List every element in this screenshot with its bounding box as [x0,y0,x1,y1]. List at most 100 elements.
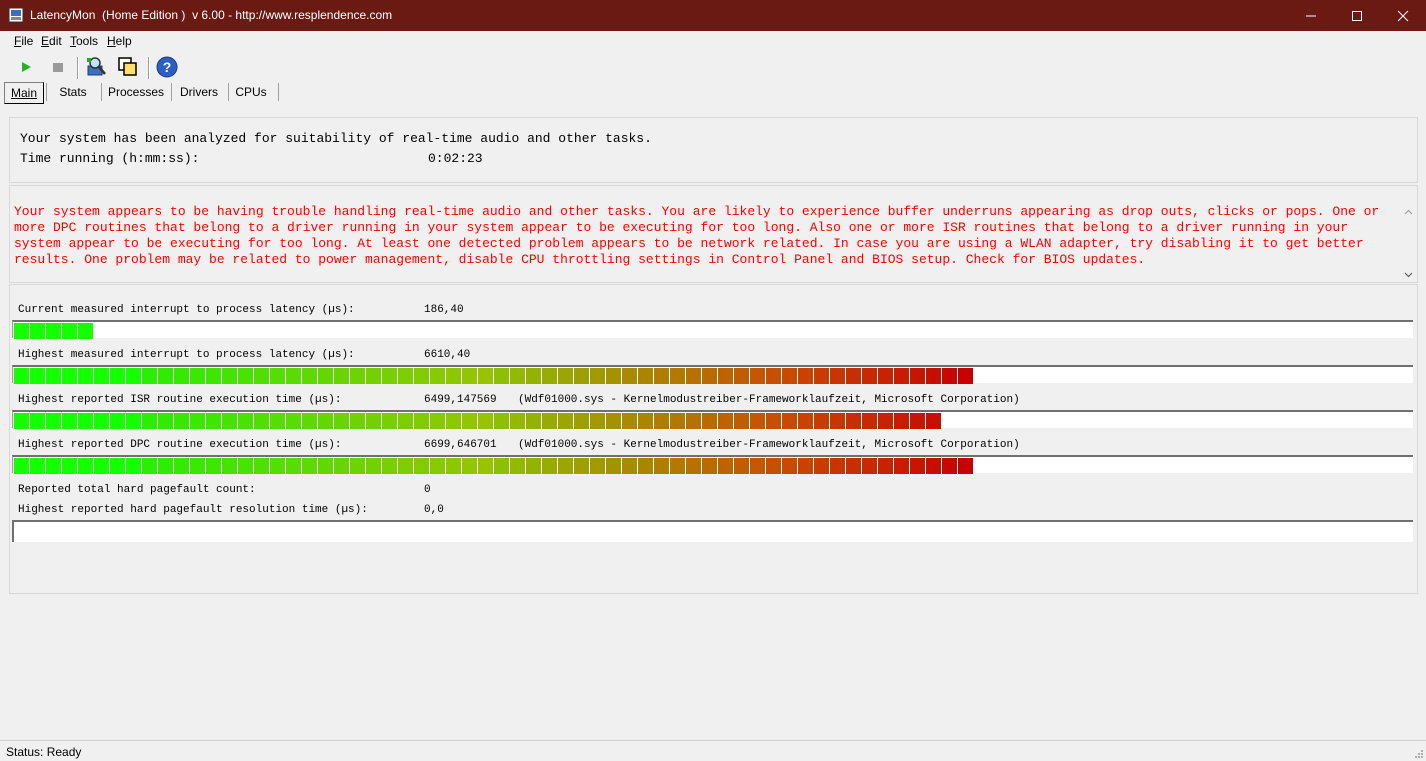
bar-segment [782,458,797,474]
close-icon [1397,10,1409,21]
maximize-button[interactable] [1334,0,1380,31]
bar-segment [30,368,45,384]
bar-segment [30,413,45,429]
bar-segment [446,368,461,384]
isr-value: 6499,147569 [424,394,497,406]
tab-processes[interactable]: Processes [106,82,166,102]
toolbar: ? [0,51,1426,83]
bar-segment [366,413,381,429]
bar-segment [462,458,477,474]
menu-edit[interactable]: Edit [41,34,62,48]
bar-segment [574,413,589,429]
pagefault-time-bar [12,520,1413,542]
bar-segment [766,368,781,384]
start-button[interactable] [14,55,38,79]
isr-label: Highest reported ISR routine execution t… [18,394,342,406]
bar-segment [910,413,925,429]
bar-segment [542,458,557,474]
bar-segment [702,458,717,474]
bar-segment [334,413,349,429]
tab-cpus[interactable]: CPUs [232,82,270,102]
tab-separator [46,83,47,101]
menu-help[interactable]: Help [107,34,132,48]
bar-segment [494,413,509,429]
status-bar: Status: Ready [0,740,1426,761]
bar-segment [46,323,61,339]
bar-segment [734,458,749,474]
bar-segment [558,458,573,474]
bar-segment [430,413,445,429]
menu-tools[interactable]: Tools [70,34,98,48]
analyze-button[interactable] [84,55,108,79]
windows-button[interactable] [116,55,140,79]
bar-segment [638,458,653,474]
bar-segment [302,458,317,474]
bar-segment [94,458,109,474]
bar-segment [718,368,733,384]
tab-stats[interactable]: Stats [52,82,94,102]
svg-text:?: ? [163,59,172,75]
bar-segment [654,413,669,429]
analyze-icon [87,57,106,76]
bar-segment [782,368,797,384]
bar-segment [542,368,557,384]
minimize-button[interactable] [1288,0,1334,31]
tab-drivers[interactable]: Drivers [176,82,222,102]
bar-segment [670,458,685,474]
bar-segment [590,368,605,384]
isr-bar [12,410,1413,429]
bar-segment [318,413,333,429]
bar-segment [926,458,941,474]
resize-grip-icon[interactable] [1414,749,1424,759]
bar-segment [350,368,365,384]
title-bar[interactable]: LatencyMon (Home Edition ) v 6.00 - http… [0,0,1426,31]
bar-segment [270,413,285,429]
menu-file[interactable]: File [14,34,33,48]
bar-segment [942,458,957,474]
bar-segment [446,458,461,474]
bar-segment [254,458,269,474]
bar-segment [254,413,269,429]
bar-segment [222,413,237,429]
bar-segment [206,413,221,429]
windows-icon [118,57,137,76]
bar-segment [366,368,381,384]
bar-segment [174,458,189,474]
bar-segment [78,413,93,429]
bar-segment [238,368,253,384]
scroll-up-icon[interactable] [1400,204,1417,221]
help-button[interactable]: ? [155,55,179,79]
bar-segment [526,458,541,474]
highest-latency-value: 6610,40 [424,349,471,361]
bar-segment [910,458,925,474]
bar-segment [478,413,493,429]
maximize-icon [1352,10,1362,21]
bar-segment [334,368,349,384]
bar-segment [766,413,781,429]
bar-segment [238,458,253,474]
tab-separator [101,83,102,101]
bar-segment [318,458,333,474]
bar-segment [126,413,141,429]
stop-button[interactable] [46,55,70,79]
close-button[interactable] [1380,0,1426,31]
warning-scrollbar[interactable] [1400,186,1417,282]
bar-segment [222,458,237,474]
bar-segment [158,458,173,474]
tab-main[interactable]: Main [4,82,44,104]
bar-segment [286,458,301,474]
bar-segment [142,413,157,429]
bar-segment [254,368,269,384]
bar-segment [766,458,781,474]
scroll-down-icon[interactable] [1400,266,1417,283]
bar-segment [670,413,685,429]
bar-segment [430,368,445,384]
bar-segment [686,458,701,474]
bar-segment [686,368,701,384]
toolbar-separator [77,57,79,79]
bar-segment [718,413,733,429]
bar-segment [110,458,125,474]
bar-segment [174,413,189,429]
bar-segment [494,458,509,474]
bar-segment [526,368,541,384]
